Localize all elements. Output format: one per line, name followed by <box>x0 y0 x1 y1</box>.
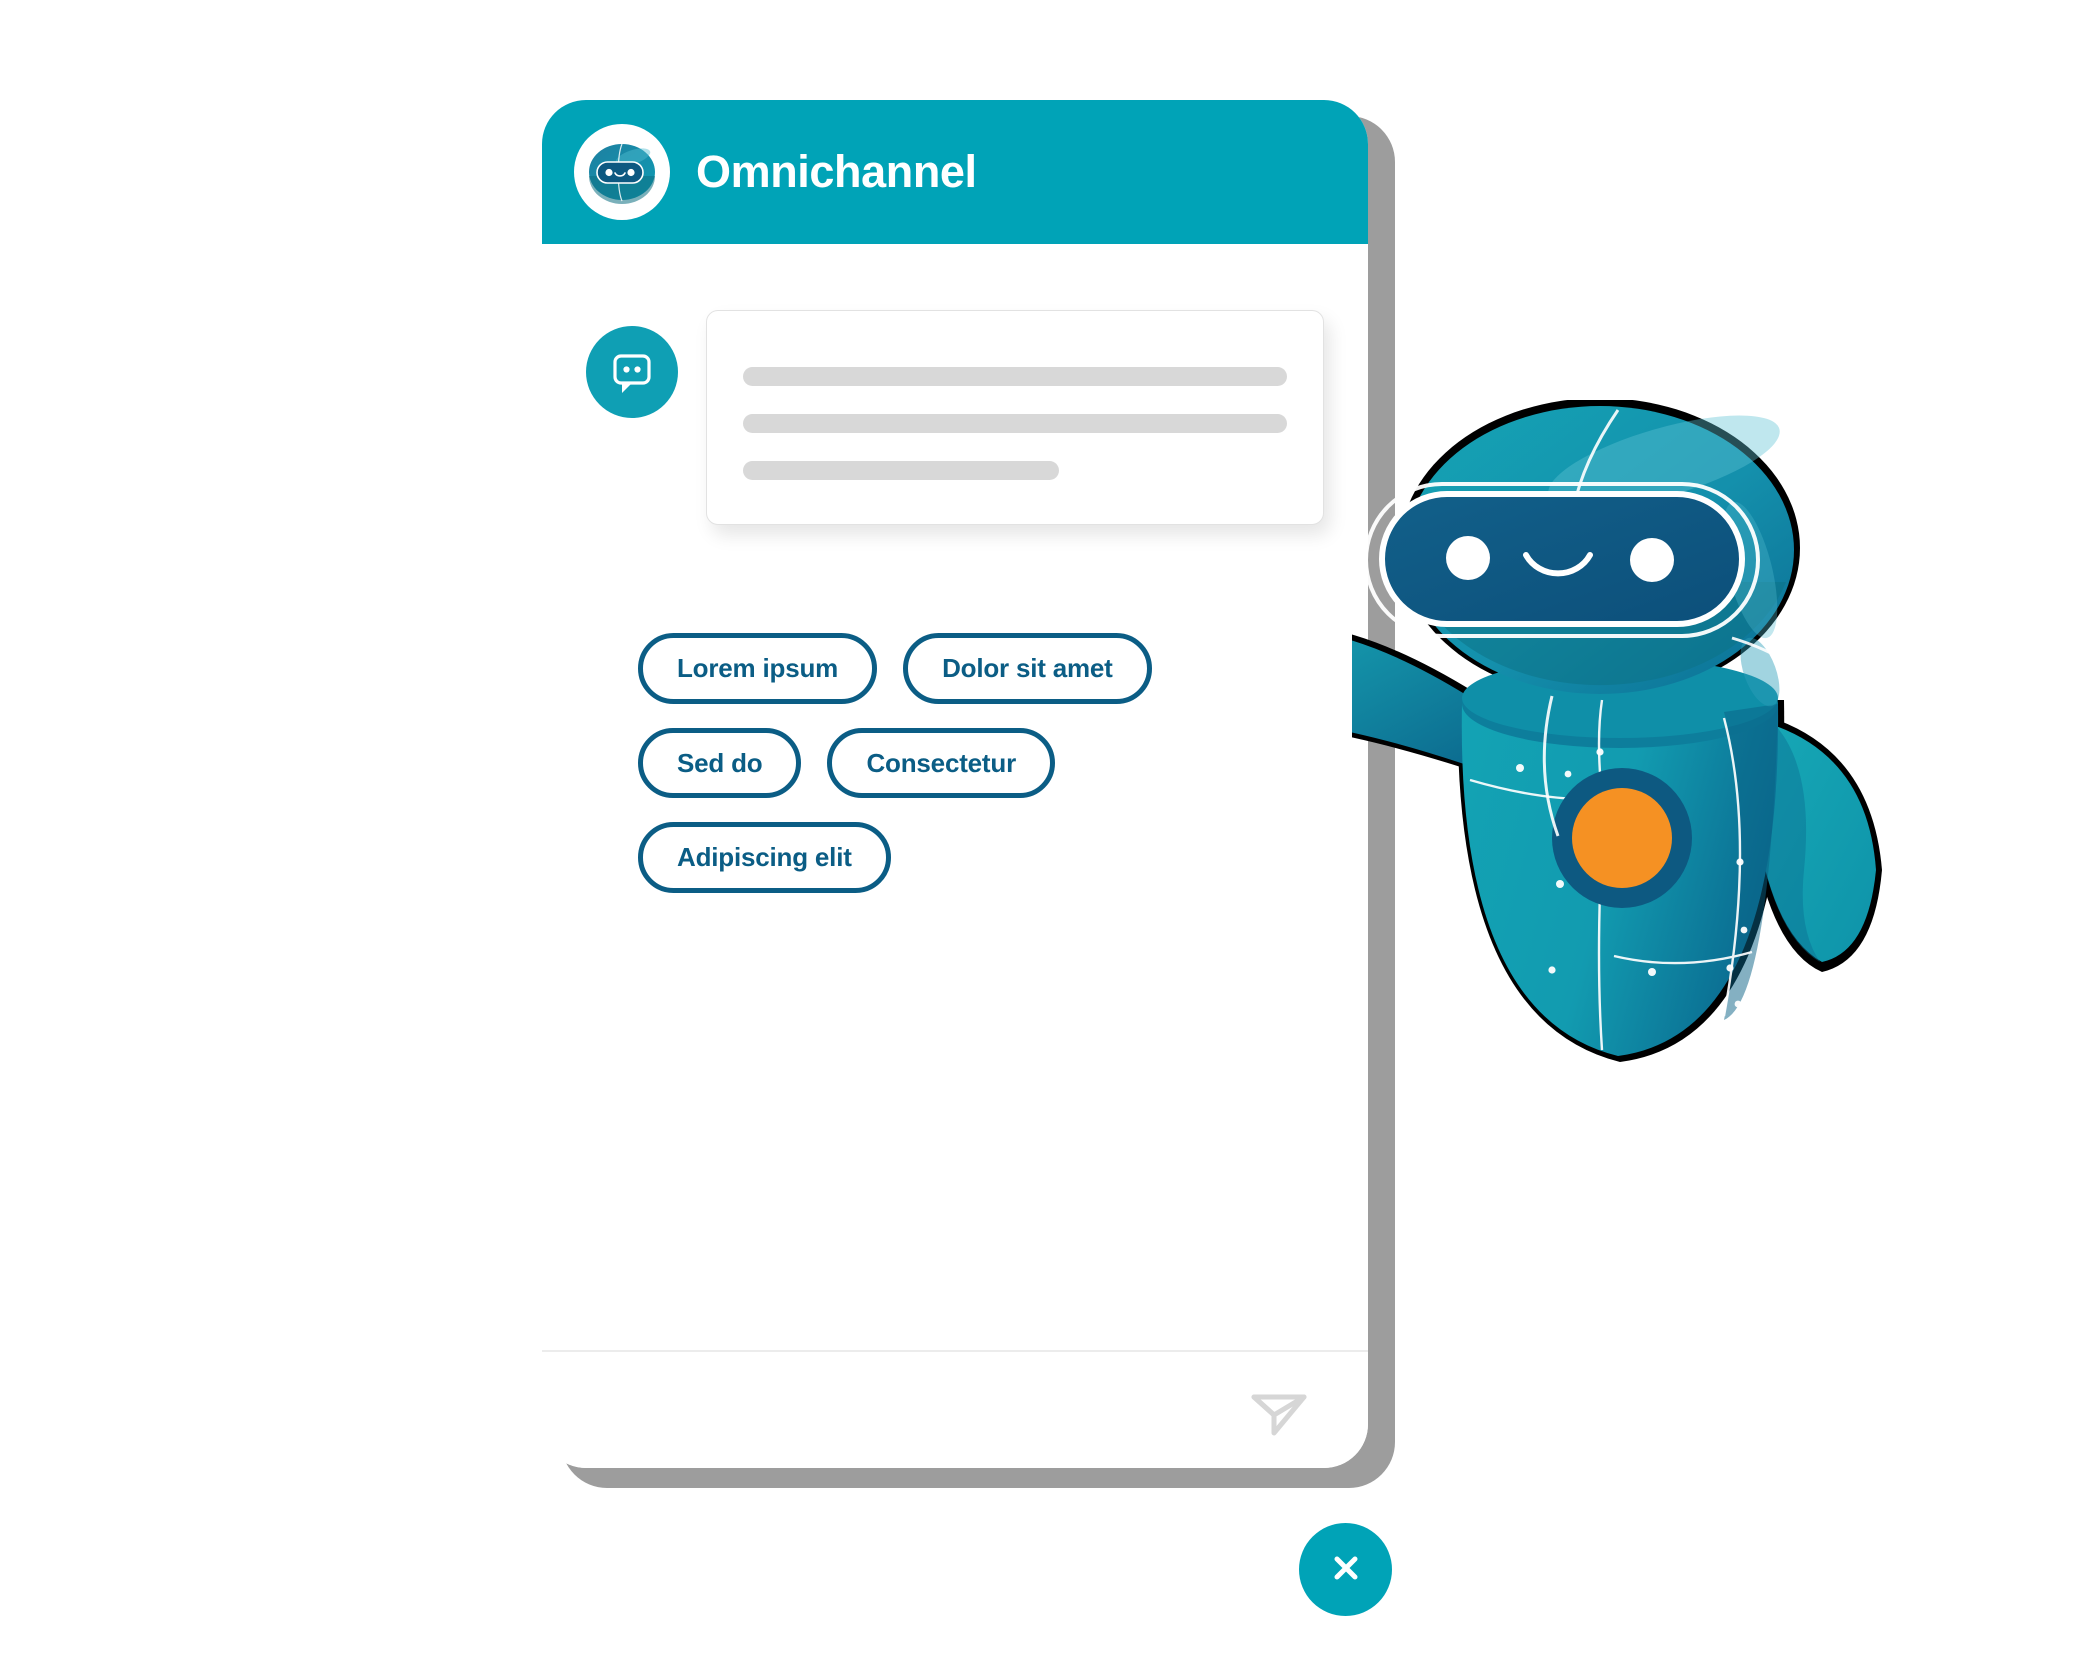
quick-reply-button[interactable]: Adipiscing elit <box>638 822 891 893</box>
robot-mascot <box>1352 400 1952 1080</box>
widget-header: Omnichannel <box>542 100 1368 244</box>
conversation-body: Lorem ipsum Dolor sit amet Sed do Consec… <box>542 244 1368 1350</box>
quick-reply-button[interactable]: Consectetur <box>827 727 1055 799</box>
send-paper-plane-icon[interactable] <box>1242 1373 1316 1447</box>
quick-reply-button[interactable]: Dolor sit amet <box>903 633 1152 704</box>
message-composer <box>542 1350 1368 1468</box>
message-skeleton-line <box>743 414 1287 433</box>
quick-reply-button[interactable]: Lorem ipsum <box>638 633 878 704</box>
message-skeleton-line <box>743 461 1059 480</box>
robot-head-icon <box>574 124 670 220</box>
close-x-icon <box>1324 1546 1368 1593</box>
chat-widget-phone: Omnichannel Lorem ipsum Dolor sit amet S… <box>542 100 1368 1468</box>
bot-message-row <box>586 310 1324 525</box>
page-root: Omnichannel Lorem ipsum Dolor sit amet S… <box>0 0 2084 1667</box>
bot-message-bubble <box>706 310 1324 525</box>
quick-reply-list: Lorem ipsum Dolor sit amet Sed do Consec… <box>586 633 1324 893</box>
message-skeleton-line <box>743 367 1287 386</box>
chat-bot-bubble-icon <box>586 326 678 418</box>
quick-reply-button[interactable]: Sed do <box>638 727 802 799</box>
widget-title: Omnichannel <box>696 146 977 197</box>
close-widget-button[interactable] <box>1299 1523 1392 1616</box>
